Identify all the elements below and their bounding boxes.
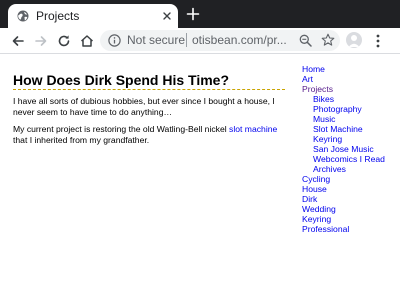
nav-sub-photography[interactable]: Photography bbox=[313, 104, 398, 114]
forward-arrow-icon[interactable] bbox=[33, 33, 49, 49]
nav-keyring[interactable]: Keyring bbox=[302, 214, 398, 224]
nav-dirk[interactable]: Dirk bbox=[302, 194, 398, 204]
nav-projects-submenu: Bikes Photography Music Slot Machine Key… bbox=[302, 94, 398, 174]
url-text[interactable]: otisbean.com/pr... bbox=[192, 33, 290, 48]
back-arrow-icon[interactable] bbox=[10, 33, 26, 49]
nav-wedding[interactable]: Wedding bbox=[302, 204, 398, 214]
nav-sub-keyring[interactable]: Keyring bbox=[313, 134, 398, 144]
intro-paragraph: I have all sorts of dubious hobbies, but… bbox=[13, 96, 275, 117]
nav-sub-bikes[interactable]: Bikes bbox=[313, 94, 398, 104]
tab-title: Projects bbox=[36, 9, 80, 23]
nav-sub-slot-machine[interactable]: Slot Machine bbox=[313, 124, 398, 134]
project-text-before: My current project is restoring the old … bbox=[13, 124, 230, 134]
omnibox-divider bbox=[186, 33, 187, 47]
person-icon bbox=[348, 35, 360, 47]
profile-avatar[interactable] bbox=[346, 32, 362, 48]
project-paragraph: My current project is restoring the old … bbox=[13, 124, 285, 146]
globe-icon bbox=[17, 10, 29, 22]
nav-sub-webcomics[interactable]: Webcomics I Read bbox=[313, 154, 398, 164]
nav-professional[interactable]: Professional bbox=[302, 224, 398, 234]
nav-house[interactable]: House bbox=[302, 184, 398, 194]
sidebar-nav: Home Art Projects Bikes Photography Musi… bbox=[302, 64, 398, 234]
nav-home[interactable]: Home bbox=[302, 64, 398, 74]
close-icon[interactable] bbox=[161, 10, 173, 22]
nav-art[interactable]: Art bbox=[302, 74, 398, 84]
address-bar[interactable]: Not secure otisbean.com/pr... bbox=[100, 30, 340, 51]
menu-kebab-icon[interactable] bbox=[372, 33, 384, 49]
security-status-label: Not secure bbox=[127, 33, 186, 47]
tab-projects[interactable]: Projects bbox=[8, 4, 178, 28]
reload-icon[interactable] bbox=[56, 33, 72, 49]
page-title: How Does Dirk Spend His Time? bbox=[13, 72, 285, 90]
new-tab-plus-icon[interactable] bbox=[186, 7, 200, 21]
project-text-after: that I inherited from my grandfather. bbox=[13, 135, 150, 145]
info-icon[interactable] bbox=[108, 34, 121, 47]
nav-sub-san-jose-music[interactable]: San Jose Music bbox=[313, 144, 398, 154]
zoom-icon[interactable] bbox=[299, 34, 312, 47]
main-content: How Does Dirk Spend His Time? I have all… bbox=[13, 72, 285, 146]
slot-machine-link[interactable]: slot machine bbox=[229, 124, 277, 134]
nav-sub-archives[interactable]: Archives bbox=[313, 164, 398, 174]
nav-sub-music[interactable]: Music bbox=[313, 114, 398, 124]
home-icon[interactable] bbox=[79, 33, 95, 49]
nav-projects[interactable]: Projects bbox=[302, 84, 398, 94]
tab-strip: Projects bbox=[0, 0, 400, 28]
browser-toolbar: Not secure otisbean.com/pr... bbox=[0, 28, 400, 54]
nav-cycling[interactable]: Cycling bbox=[302, 174, 398, 184]
bookmark-star-icon[interactable] bbox=[321, 33, 335, 47]
